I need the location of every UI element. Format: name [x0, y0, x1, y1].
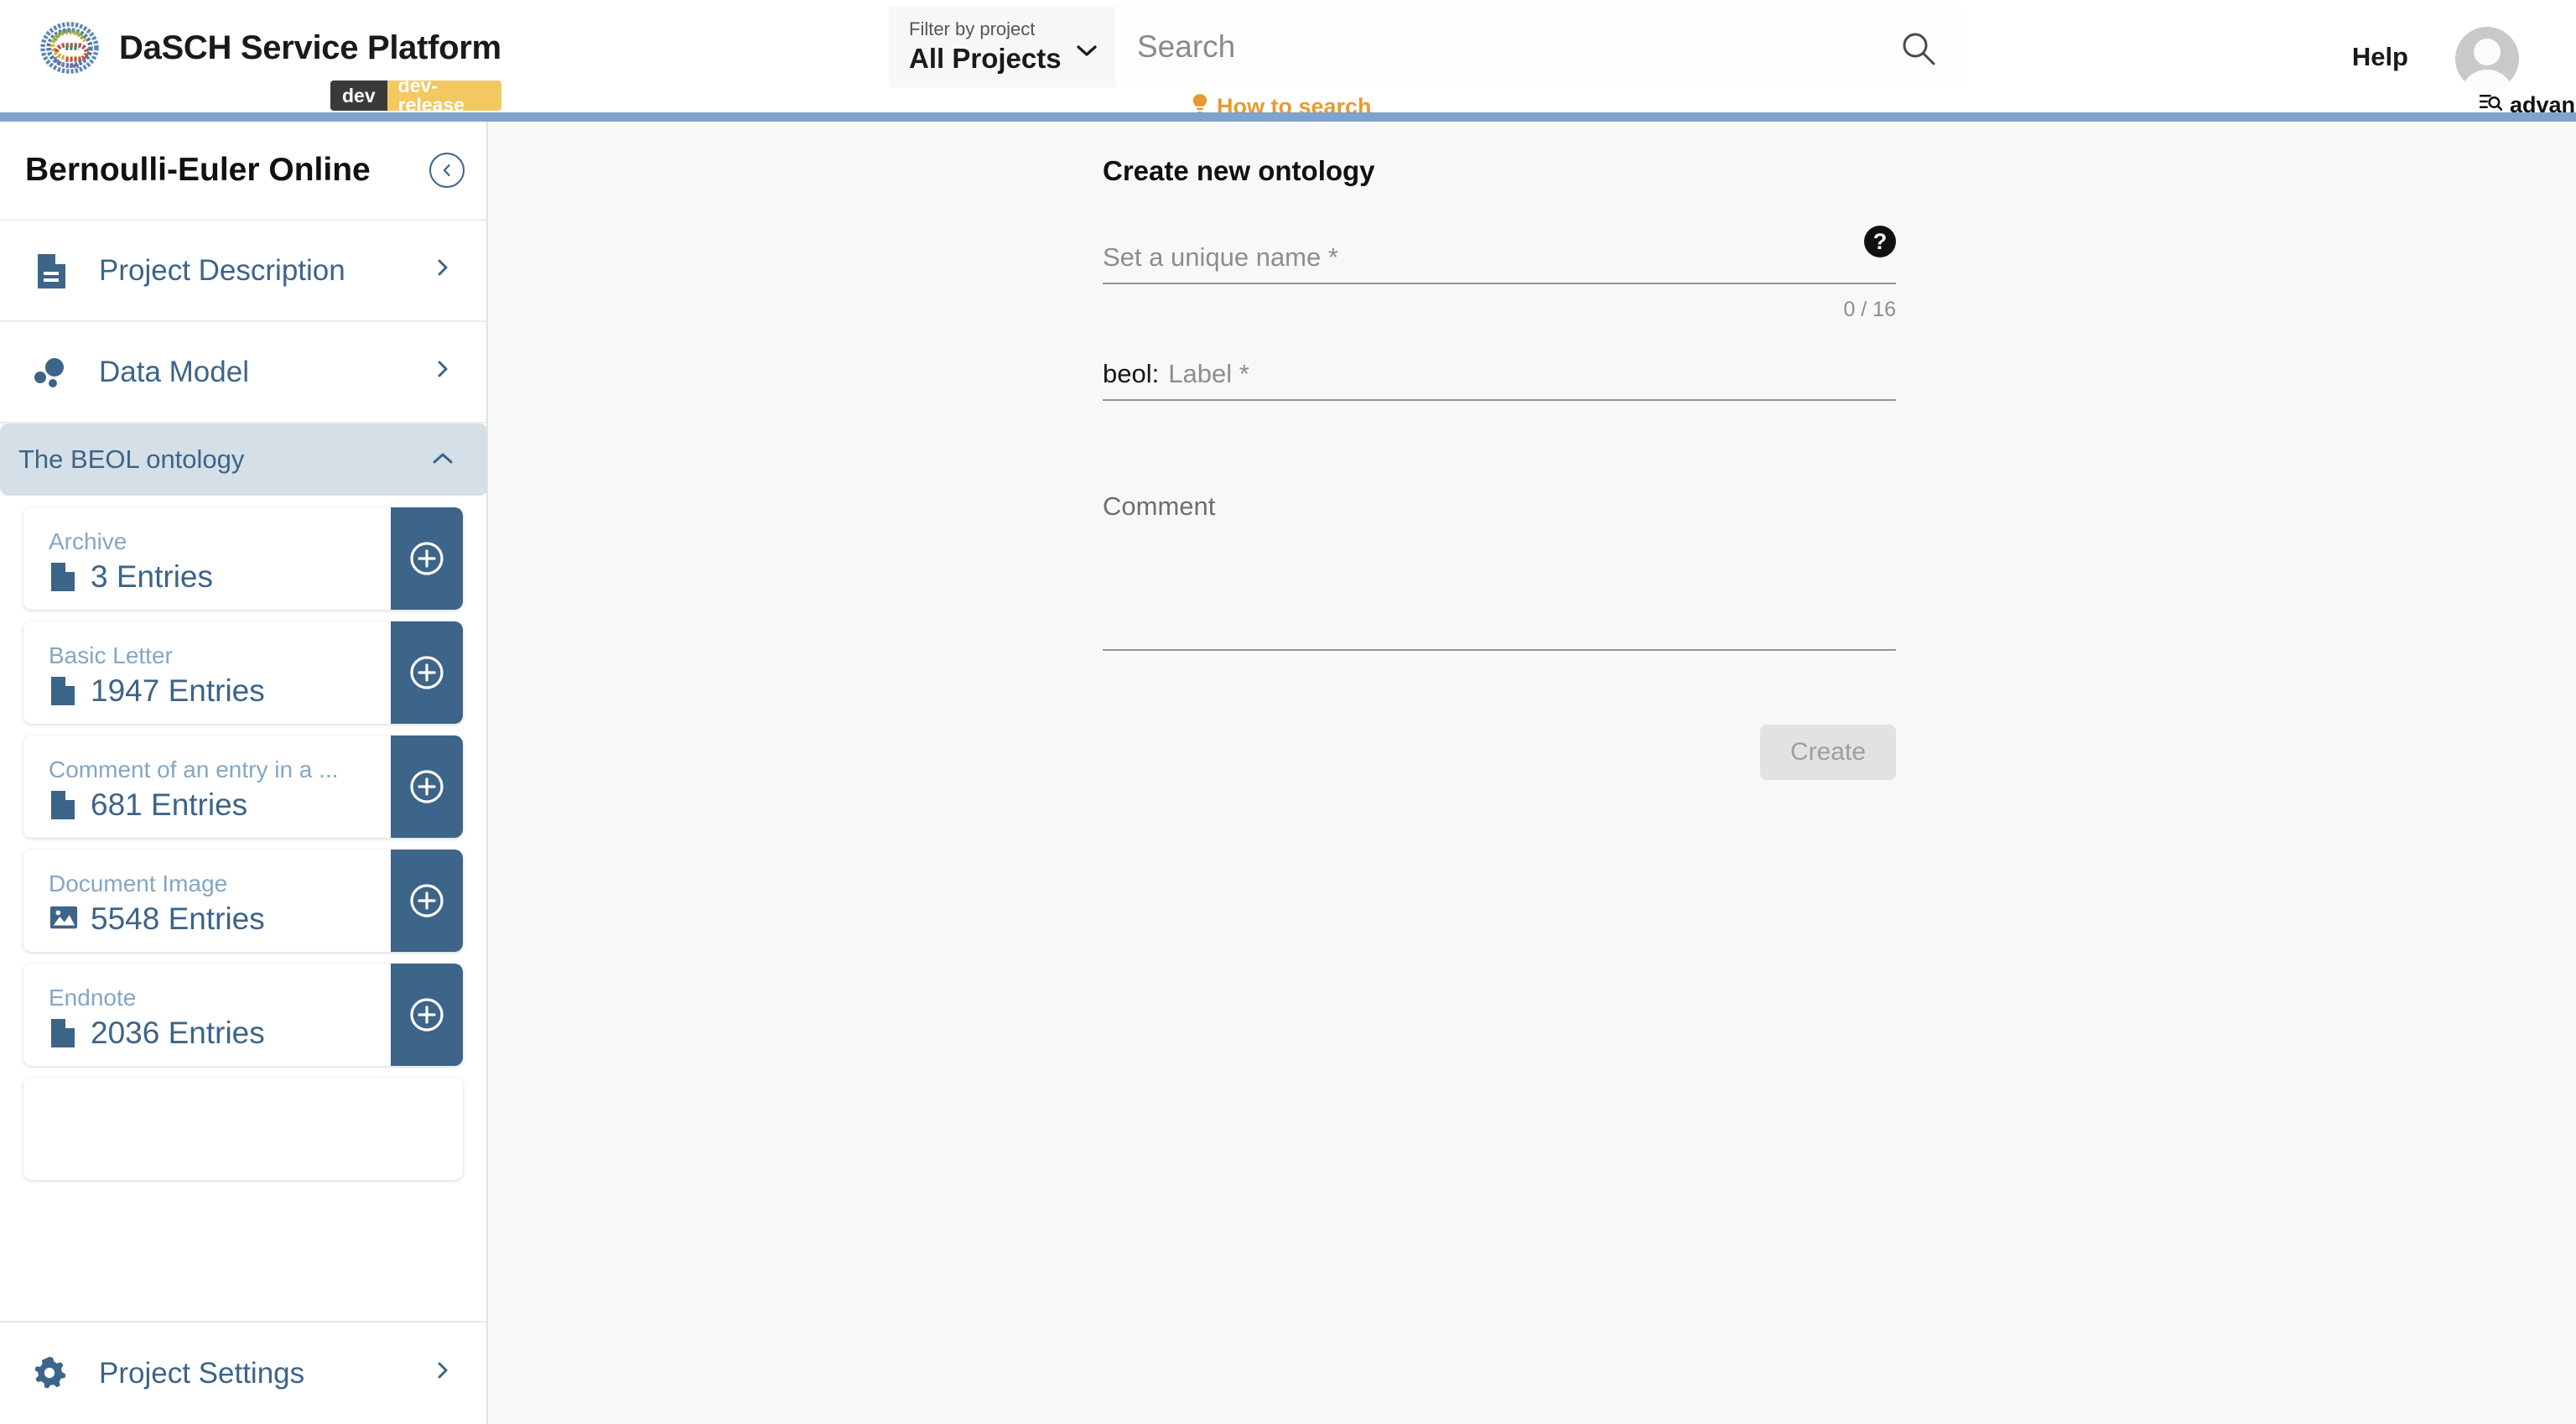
chevron-down-icon	[1077, 45, 1097, 57]
add-circle-icon[interactable]	[391, 507, 463, 610]
class-count-row: 681 Entries	[49, 787, 391, 823]
create-ontology-form: Create new ontology ? 0 / 16 beol: Creat…	[1103, 155, 1896, 780]
list-item[interactable]	[23, 1078, 463, 1180]
env-badge: dev	[330, 81, 387, 111]
avatar-head	[2474, 39, 2501, 65]
project-title: Bernoulli-Euler Online	[25, 152, 371, 188]
class-name: Archive	[49, 528, 127, 554]
sidebar-item-label: Project Description	[99, 253, 345, 287]
unique-name-field-group: ? 0 / 16	[1103, 226, 1896, 322]
image-icon	[49, 903, 78, 935]
unique-name-input[interactable]	[1103, 242, 1896, 273]
add-circle-icon[interactable]	[391, 964, 463, 1066]
character-counter: 0 / 16	[1843, 298, 1896, 321]
main-content: Create new ontology ? 0 / 16 beol: Creat…	[490, 122, 2576, 1424]
class-count: 681 Entries	[91, 787, 248, 822]
search-row: Filter by project All Projects	[889, 7, 1962, 87]
class-count-row: 5548 Entries	[49, 902, 391, 937]
file-icon	[49, 561, 77, 593]
sidebar-item-label: Data Model	[99, 355, 249, 388]
add-circle-icon[interactable]	[391, 850, 463, 952]
sidebar-collapse-button[interactable]	[429, 153, 465, 188]
class-name: Basic Letter	[49, 642, 173, 668]
form-actions: Create	[1103, 725, 1896, 780]
file-icon	[49, 789, 77, 821]
app-body: Bernoulli-Euler Online Project Descripti…	[0, 122, 2576, 1424]
project-filter-label: Filter by project	[909, 18, 1036, 40]
sidebar-item-project-description[interactable]: Project Description	[0, 221, 486, 322]
class-name: Endnote	[49, 984, 137, 1011]
search-icon[interactable]	[1900, 30, 1937, 67]
add-circle-icon[interactable]	[391, 621, 463, 724]
class-count: 1947 Entries	[91, 673, 265, 708]
brand: DaSCH Service Platform dev dev-release	[37, 15, 501, 111]
label-prefix: beol:	[1103, 359, 1160, 388]
file-icon	[49, 675, 77, 707]
sidebar-footer: Project Settings	[0, 1321, 486, 1424]
chevron-right-icon	[436, 360, 458, 385]
list-item[interactable]: Comment of an entry in a ... 681 Entries	[23, 735, 463, 838]
user-avatar-icon[interactable]	[2455, 27, 2519, 91]
chevron-right-icon	[436, 1361, 458, 1386]
project-filter-value: All Projects	[909, 42, 1062, 74]
help-link[interactable]: Help	[2352, 42, 2408, 72]
class-card-main: Endnote 2036 Entries	[23, 964, 391, 1066]
class-count-row: 1947 Entries	[49, 673, 391, 709]
release-badges: dev dev-release	[330, 81, 501, 111]
class-count-row: 3 Entries	[49, 559, 391, 595]
class-card-main: Comment of an entry in a ... 681 Entries	[23, 735, 391, 838]
list-item[interactable]: Archive 3 Entries	[23, 507, 463, 610]
release-badge: dev-release	[387, 81, 501, 111]
class-count: 3 Entries	[91, 559, 214, 594]
chevron-right-icon	[436, 258, 458, 283]
class-name: Document Image	[49, 870, 228, 896]
class-card-main: Document Image 5548 Entries	[23, 850, 391, 952]
label-field-group: beol:	[1103, 359, 1896, 401]
class-name: Comment of an entry in a ...	[49, 756, 339, 782]
document-icon	[30, 251, 70, 291]
ontology-label: The BEOL ontology	[18, 444, 245, 474]
search-input[interactable]	[1137, 29, 1880, 65]
help-circle-icon[interactable]: ?	[1864, 226, 1896, 257]
label-line: beol:	[1103, 359, 1896, 401]
comment-textarea[interactable]	[1103, 491, 1896, 651]
dasch-spiral-logo-icon	[37, 15, 102, 81]
class-count-row: 2036 Entries	[49, 1016, 391, 1051]
class-count: 5548 Entries	[91, 901, 265, 936]
class-count: 2036 Entries	[91, 1015, 265, 1050]
data-model-bubbles-icon	[30, 352, 70, 392]
avatar-body	[2460, 70, 2514, 91]
add-circle-icon[interactable]	[391, 735, 463, 838]
sidebar-header: Bernoulli-Euler Online	[0, 122, 486, 221]
sidebar-ontology-toggle[interactable]: The BEOL ontology	[0, 424, 486, 496]
unique-name-line	[1103, 242, 1896, 284]
list-item[interactable]: Basic Letter 1947 Entries	[23, 621, 463, 724]
app-title: DaSCH Service Platform	[119, 29, 501, 66]
sidebar-item-label: Project Settings	[99, 1356, 305, 1390]
page-title: Create new ontology	[1103, 155, 1375, 186]
class-card-main: Archive 3 Entries	[23, 507, 391, 610]
gear-icon	[30, 1354, 70, 1394]
label-input[interactable]	[1168, 359, 1896, 389]
ontology-class-list[interactable]: Archive 3 Entries Basic Letter 1947 Entr…	[0, 496, 486, 1267]
project-sidebar: Bernoulli-Euler Online Project Descripti…	[0, 122, 488, 1424]
comment-field-group	[1103, 491, 1896, 655]
project-filter-select[interactable]: Filter by project All Projects	[889, 7, 1115, 87]
chevron-up-icon	[433, 452, 458, 467]
sidebar-item-project-settings[interactable]: Project Settings	[0, 1323, 486, 1424]
search-field	[1115, 7, 1962, 87]
list-item[interactable]: Endnote 2036 Entries	[23, 964, 463, 1066]
app-header: DaSCH Service Platform dev dev-release F…	[0, 0, 2576, 122]
list-item[interactable]: Document Image 5548 Entries	[23, 850, 463, 952]
sidebar-item-data-model[interactable]: Data Model	[0, 322, 486, 424]
class-card-main: Basic Letter 1947 Entries	[23, 621, 391, 724]
header-accent-rule	[0, 112, 2576, 122]
create-button[interactable]: Create	[1759, 725, 1896, 780]
file-icon	[49, 1017, 77, 1049]
